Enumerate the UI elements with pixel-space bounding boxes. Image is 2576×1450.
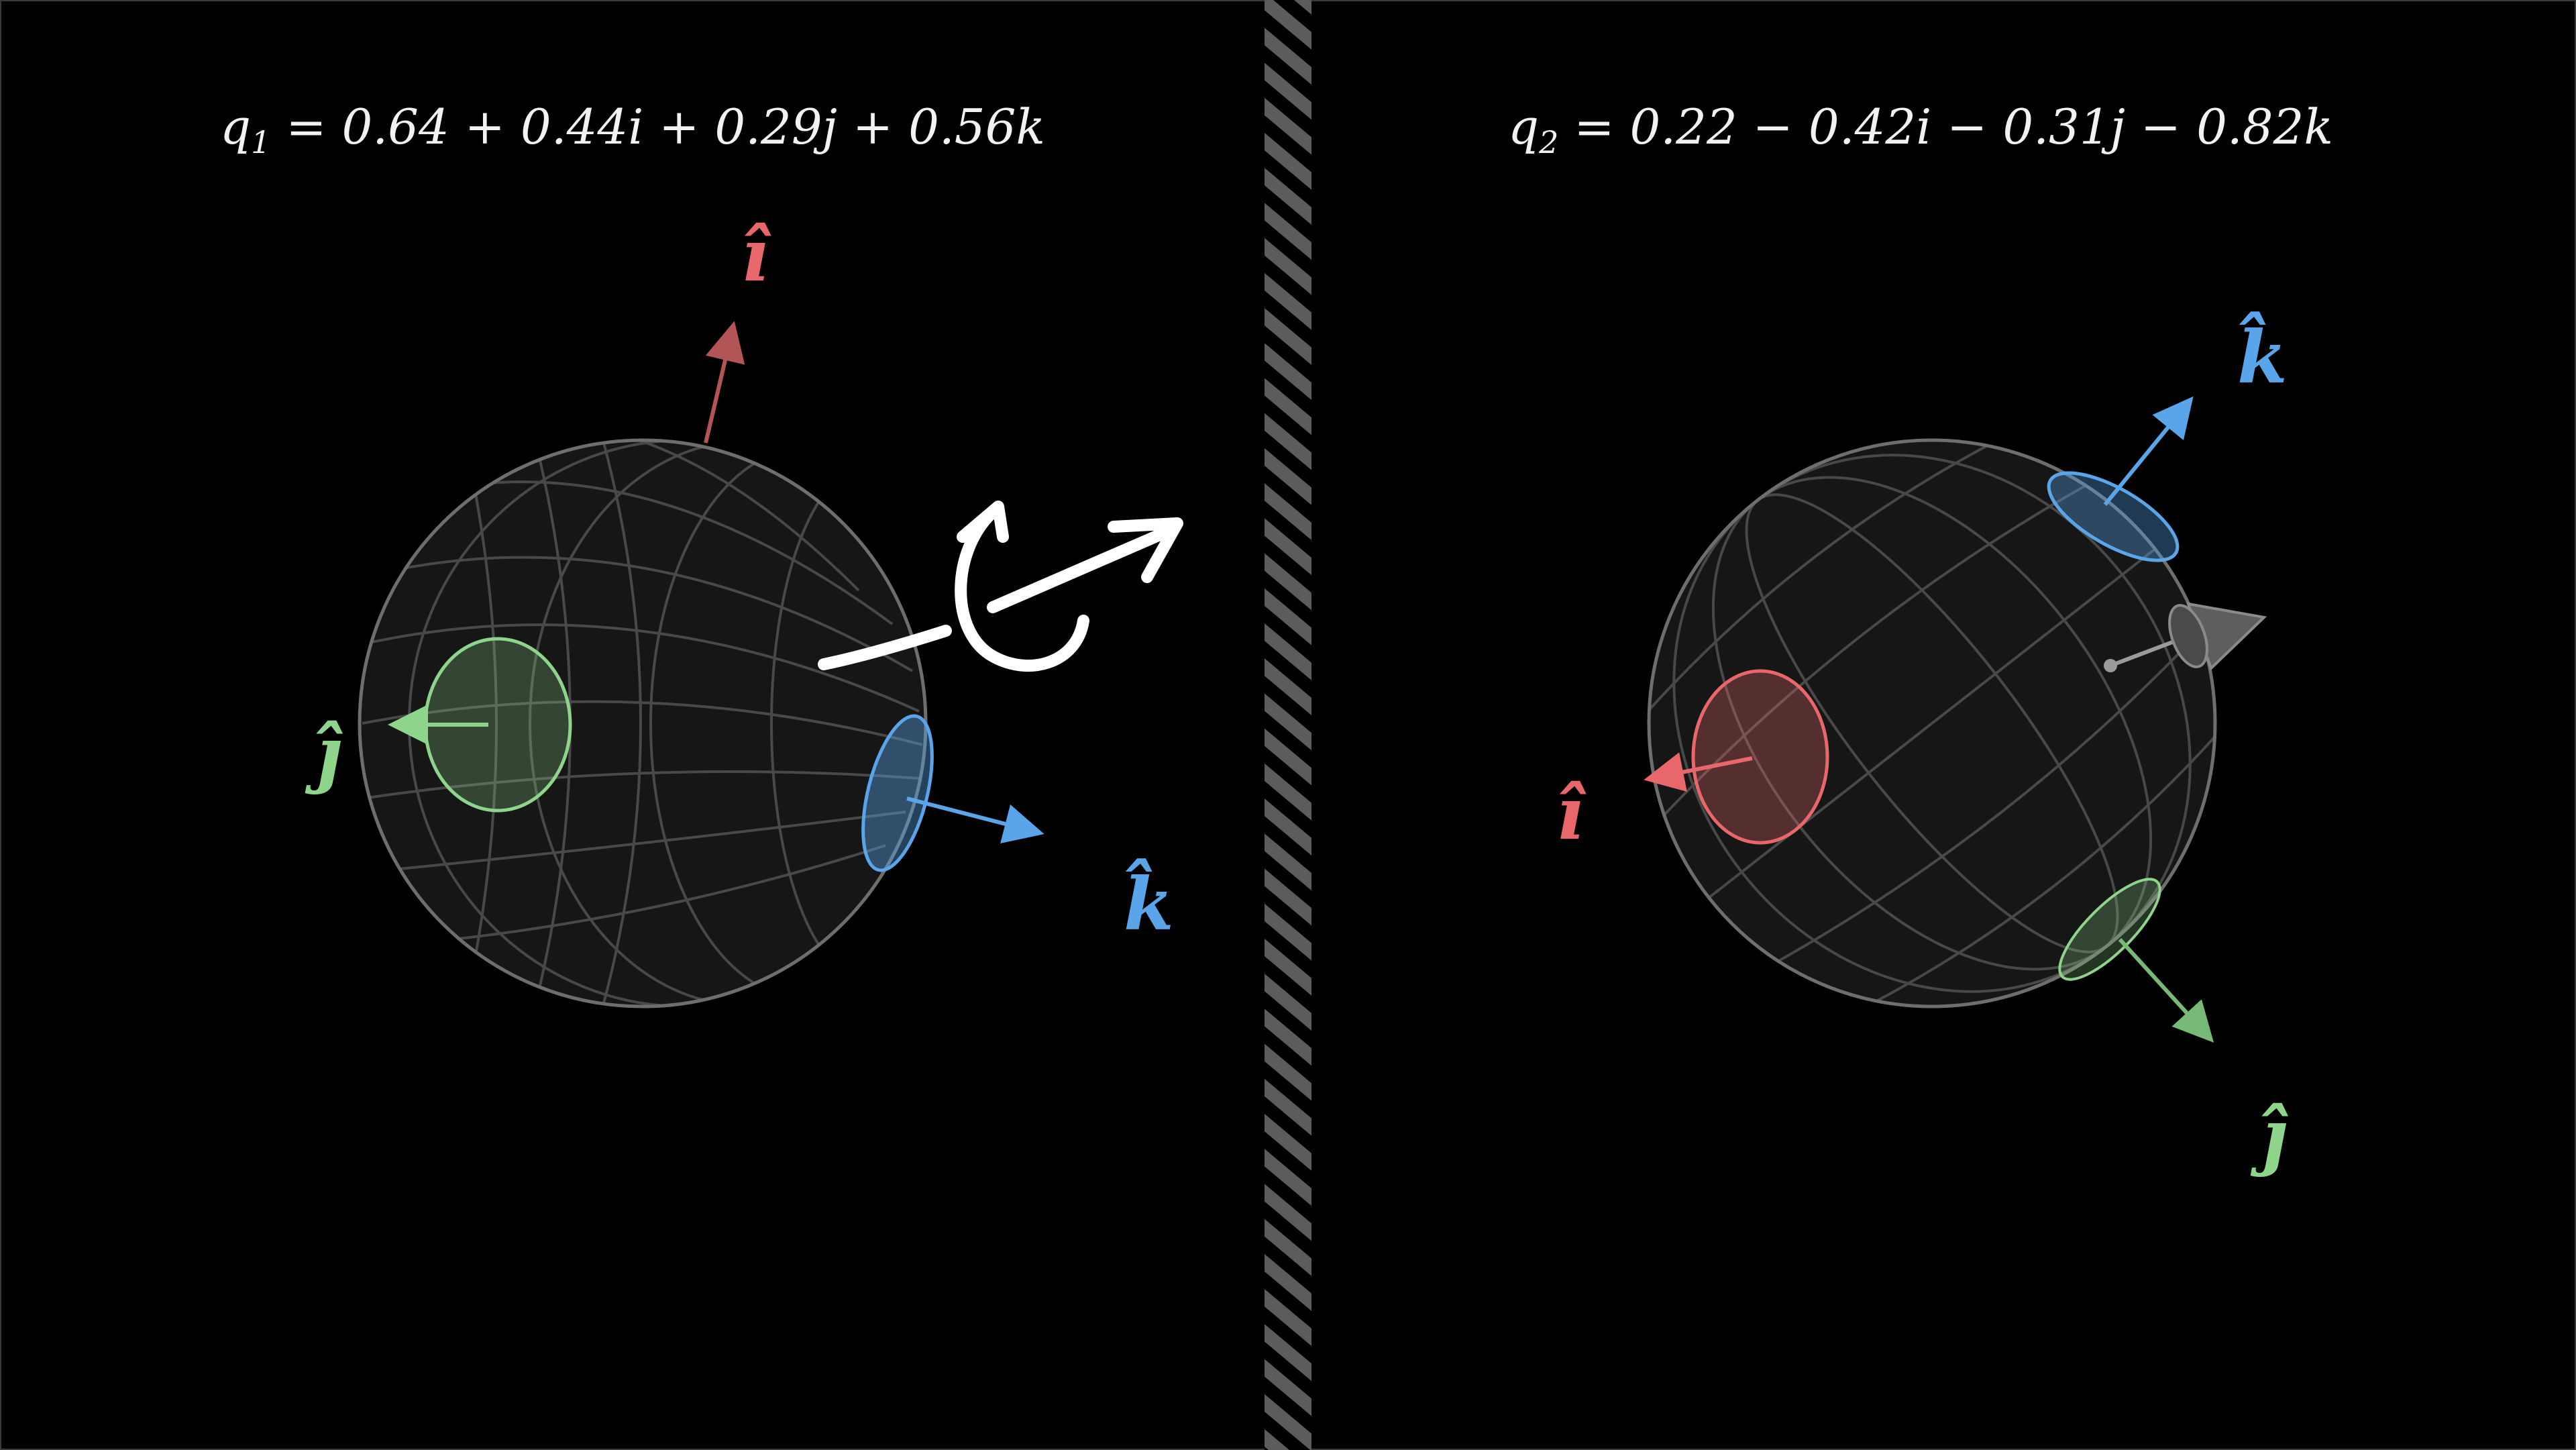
q1-equation: q1 = 0.64 + 0.44i + 0.29j + 0.56k: [220, 99, 1045, 160]
right-i-label: î: [1556, 772, 1587, 856]
q1-rhs: = 0.64 + 0.44i + 0.29j + 0.56k: [270, 99, 1045, 155]
q1-symbol: q: [220, 99, 251, 155]
q1-subscript: 1: [251, 124, 270, 160]
left-k-label: k̂: [1124, 858, 1174, 947]
panel-divider: [1265, 0, 1311, 1450]
right-j-arrow: [2118, 937, 2214, 1043]
right-sphere: [1647, 438, 2217, 1008]
right-j-label: ĵ: [2250, 1094, 2289, 1178]
q2-subscript: 2: [1538, 124, 1558, 160]
left-k-arrow: [906, 796, 1044, 844]
right-k-label: k̂: [2237, 311, 2288, 400]
q2-rhs: = 0.22 − 0.42i − 0.31j − 0.82k: [1558, 99, 2333, 155]
right-k-arrow: [2103, 396, 2194, 506]
right-i-patch: [1691, 669, 1829, 845]
q2-symbol: q: [1508, 99, 1539, 155]
left-i-label: î: [741, 213, 771, 298]
left-j-label: ĵ: [305, 711, 343, 796]
left-i-arrow: [704, 321, 745, 444]
quaternion-rotation-diagram: q1 = 0.64 + 0.44i + 0.29j + 0.56k q2 = 0…: [0, 0, 2576, 1450]
q2-equation: q2 = 0.22 − 0.42i − 0.31j − 0.82k: [1508, 99, 2333, 160]
